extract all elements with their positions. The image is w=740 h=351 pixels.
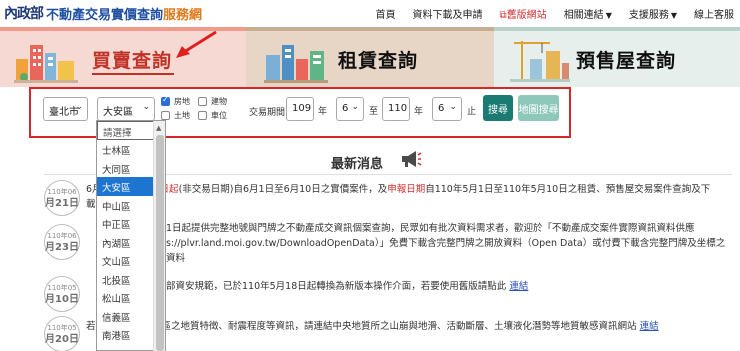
site-header: 內政部 不動產交易實價查詢 服務網 首頁 資料下載及申請 ⧉舊版網站 相關連結 ▼… (0, 0, 740, 27)
date-badge-day: 月20日 (45, 334, 79, 345)
year-unit: 年 (414, 107, 424, 117)
chevron-down-icon: ⌄ (449, 102, 457, 112)
megaphone-icon (402, 151, 422, 167)
date-badge: 110年06 月23日 (44, 224, 80, 260)
chevron-down-icon: ▼ (605, 11, 612, 20)
city-buildings-icon (264, 45, 328, 83)
logo-mark: 內政部 (4, 6, 44, 22)
nav-related-label: 相關連結 (563, 10, 604, 21)
chevron-down-icon: ⌄ (75, 102, 83, 112)
scroll-up-icon[interactable]: ▲ (156, 124, 161, 132)
chevron-down-icon: ⌄ (351, 102, 359, 112)
building-checkbox[interactable] (198, 97, 207, 106)
nav-support-label: 支援服務 (628, 10, 669, 21)
year-unit: 年 (318, 107, 328, 117)
to-year-input[interactable]: 110 (382, 97, 410, 121)
tab-buy-label: 買賣查詢 (92, 50, 173, 72)
date-badge: 110年05 月10日 (44, 276, 80, 312)
date-badge-year: 110年06 (47, 232, 77, 240)
logo-title: 不動產交易實價查詢 (46, 7, 164, 23)
news-text-part: 區之地質特徵、耐震程度等資訊，請連結中央地質所之山崩與地滑、活動斷層、土壤液化潛… (161, 321, 637, 332)
to-month-select[interactable]: 6 ⌄ (432, 97, 462, 121)
date-badge-year: 110年05 (47, 324, 77, 332)
nav-download[interactable]: 資料下載及申請 (413, 6, 483, 21)
nav-old-site[interactable]: ⧉舊版網站 (500, 6, 547, 21)
news-text-part: (非交易日期)自6月1日至6月10日之實價案件，及 (178, 184, 388, 195)
from-month-select[interactable]: 6 ⌄ (336, 97, 364, 121)
news-title: 最新消息 (331, 157, 384, 172)
news-text: 6月 日起(非交易日期)自6月1日至6月10日之實價案件，及申報日期自110年5月… (86, 182, 736, 212)
nav-old-site-label: 舊版網站 (506, 10, 547, 21)
parking-checkbox[interactable] (198, 111, 207, 120)
nav-home[interactable]: 首頁 (376, 6, 396, 21)
tab-presale[interactable]: 預售屋查詢 (494, 27, 740, 87)
tab-presale-label: 預售屋查詢 (576, 50, 677, 72)
house-checkbox-label: 房地 (174, 97, 190, 106)
chevron-down-icon: ⌄ (142, 102, 150, 112)
annotation-arrow-icon (176, 30, 217, 58)
land-checkbox[interactable] (161, 111, 170, 120)
news-text-part: 自110年5月1日至110年5月10日之租賃、預售屋交易案件查詢及下 (425, 184, 711, 195)
end-word: 止 (467, 107, 477, 117)
news-text: 1日起提供完整地號與門牌之不動產成交資訊個案查詢，民眾如有批次資料需求者，歡迎於… (166, 221, 736, 266)
date-badge-day: 月10日 (45, 294, 79, 305)
news-text-part: s://plvr.land.moi.gov.tw/DownloadOpenDat… (166, 238, 726, 249)
house-checkbox[interactable] (161, 95, 170, 106)
news-text-part: 載 (86, 199, 96, 210)
chevron-down-icon: ▼ (670, 11, 677, 20)
news-text-part: 1日起提供完整地號與門牌之不動產成交資訊個案查詢，民眾如有批次資料需求者，歡迎於… (166, 223, 695, 234)
district-select-value: 大安區 (103, 107, 133, 118)
district-select[interactable]: 大安區 ⌄ (97, 97, 155, 121)
parking-checkbox-label: 車位 (211, 111, 227, 120)
tab-rent[interactable]: 租賃查詢 (246, 27, 494, 87)
news-text: 部資安規範，已於110年5月18日起轉換為新版本操作介面，若要使用舊版請點此 連… (166, 279, 736, 294)
geology-site-link[interactable]: 連結 (640, 321, 659, 332)
nav-online-service[interactable]: 線上客服 (694, 6, 734, 21)
external-link-icon: ⧉ (499, 10, 507, 21)
from-year-input[interactable]: 109 (286, 97, 314, 121)
date-badge-day: 月21日 (45, 198, 79, 209)
date-badge-day: 月23日 (45, 242, 79, 253)
news-text-red: 申報日期 (387, 184, 426, 195)
to-month-value: 6 (438, 103, 445, 114)
to-word: 至 (369, 107, 379, 117)
news-text: 若 區之地質特徵、耐震程度等資訊，請連結中央地質所之山崩與地滑、活動斷層、土壤液化… (86, 319, 736, 334)
building-checkbox-label: 建物 (211, 97, 227, 106)
logo-title-accent: 服務網 (163, 7, 203, 23)
date-badge: 110年06 月21日 (44, 180, 80, 216)
land-checkbox-label: 土地 (174, 111, 190, 120)
date-badge-year: 110年06 (47, 188, 77, 196)
nav-related-links[interactable]: 相關連結 ▼ (564, 6, 612, 21)
news-text-part: 資料 (166, 253, 186, 264)
scrollbar-thumb[interactable] (156, 135, 164, 351)
news-text-part: 部資安規範，已於110年5月18日起轉換為新版本操作介面，若要使用舊版請點此 (166, 281, 507, 292)
top-nav: 首頁 資料下載及申請 ⧉舊版網站 相關連結 ▼ 支援服務 ▼ 線上客服 (359, 6, 734, 21)
legacy-version-link[interactable]: 連結 (509, 281, 528, 292)
site-logo[interactable]: 內政部 不動產交易實價查詢 服務網 (4, 4, 203, 23)
city-select[interactable]: 臺北市 ⌄ (43, 97, 88, 121)
tab-rent-label: 租賃查詢 (338, 50, 419, 72)
active-tab-underline (92, 73, 174, 75)
date-badge: 110年05 月20日 (44, 316, 80, 351)
search-button[interactable]: 搜尋 (483, 95, 513, 121)
construction-crane-icon (510, 41, 570, 82)
from-month-value: 6 (342, 103, 349, 114)
news-text-part: 若 (86, 321, 96, 332)
nav-support[interactable]: 支援服務 ▼ (629, 6, 677, 21)
map-search-button[interactable]: 地圖搜尋 (518, 95, 559, 121)
query-tabs: 買賣查詢 租賃查詢 預售屋查詢 (0, 27, 740, 87)
date-badge-year: 110年05 (47, 284, 77, 292)
dropdown-scrollbar[interactable]: ▲ (153, 121, 165, 351)
city-buildings-icon (14, 45, 78, 83)
